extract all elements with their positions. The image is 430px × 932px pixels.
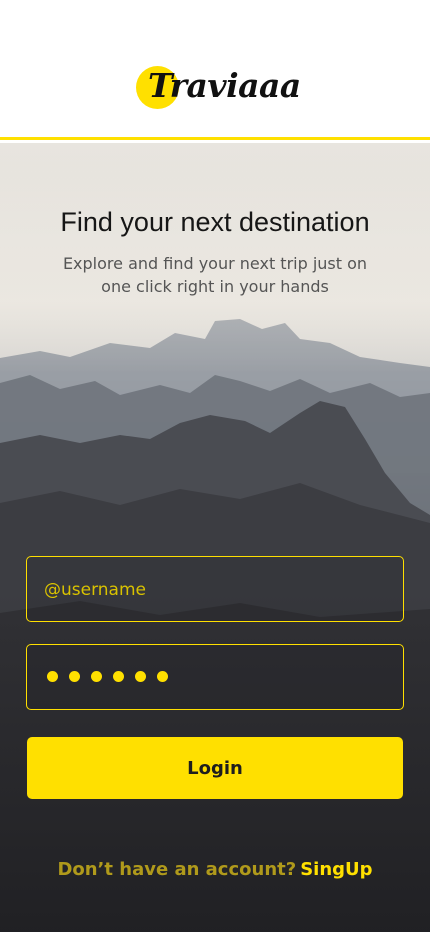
login-screen: Traviaaa Find your next destination Expl… (0, 0, 430, 932)
login-button[interactable]: Login (27, 737, 403, 799)
brand-logo: Traviaaa (136, 66, 301, 116)
brand-name: Traviaaa (148, 66, 301, 105)
password-dot (157, 671, 168, 682)
signup-prompt: Don’t have an account? (57, 859, 297, 880)
username-input[interactable] (42, 557, 386, 622)
password-dot (91, 671, 102, 682)
password-dot (47, 671, 58, 682)
hero-title: Find your next destination (60, 207, 370, 237)
hero-background: Find your next destination Explore and f… (0, 143, 430, 932)
app-header: Traviaaa (0, 0, 430, 140)
username-field[interactable] (26, 556, 404, 622)
password-mask (47, 671, 168, 683)
password-dot (135, 671, 146, 682)
password-field[interactable] (26, 644, 404, 710)
signup-link[interactable]: SingUp (300, 859, 372, 880)
signup-row: Don’t have an account? SingUp (0, 859, 430, 880)
hero-subtitle: Explore and find your next trip just on … (62, 254, 368, 296)
password-dot (113, 671, 124, 682)
password-dot (69, 671, 80, 682)
